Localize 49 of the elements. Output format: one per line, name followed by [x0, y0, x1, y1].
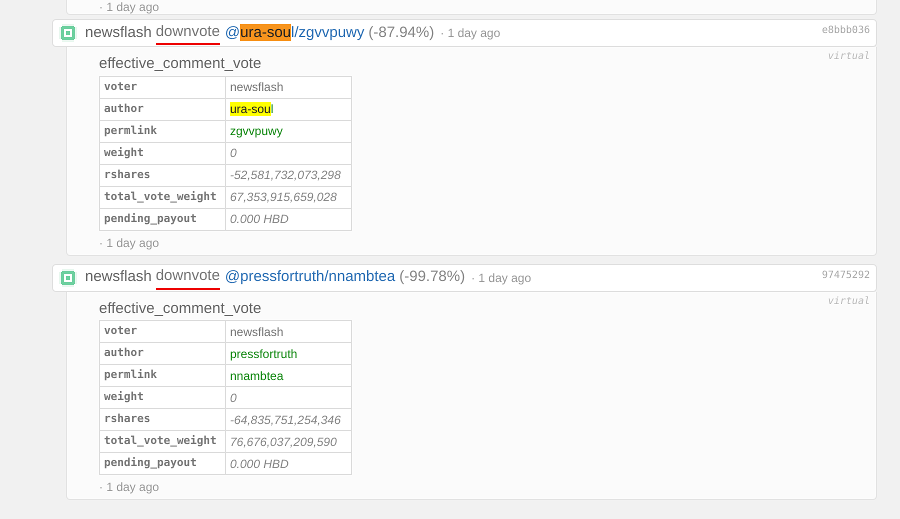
field-value: pressfortruth	[226, 342, 352, 364]
voter-name: newsflash	[85, 267, 152, 288]
vote-percent: (-87.94%)	[368, 22, 434, 43]
field-name: permlink	[100, 364, 226, 386]
avatar-icon	[59, 268, 77, 286]
field-value: 0	[226, 386, 352, 408]
field-value: -52,581,732,073,298	[226, 164, 352, 186]
field-name: voter	[100, 76, 226, 98]
field-name: total_vote_weight	[100, 430, 226, 452]
field-value: nnambtea	[226, 364, 352, 386]
field-name: total_vote_weight	[100, 186, 226, 208]
timestamp: · 1 day ago	[99, 0, 160, 14]
virtual-tag: virtual	[828, 294, 870, 320]
operation-name: effective_comment_vote	[99, 298, 262, 318]
field-name: weight	[100, 142, 226, 164]
operation-type: downvote	[156, 20, 220, 46]
field-value: ura-soul	[226, 98, 352, 120]
field-name: rshares	[100, 408, 226, 430]
field-name: pending_payout	[100, 452, 226, 474]
timestamp: · 1 day ago	[471, 270, 532, 286]
field-name: weight	[100, 386, 226, 408]
field-value: 67,353,915,659,028	[226, 186, 352, 208]
operation-name: effective_comment_vote	[99, 54, 262, 74]
field-value: -64,835,751,254,346	[226, 408, 352, 430]
field-name: author	[100, 342, 226, 364]
field-name: pending_payout	[100, 208, 226, 230]
field-name: permlink	[100, 120, 226, 142]
field-name: voter	[100, 320, 226, 342]
timestamp: · 1 day ago	[440, 25, 500, 42]
field-value: 0.000 HBD	[226, 452, 352, 474]
transaction-hash: e8bbb036	[822, 24, 870, 38]
field-value: 76,676,037,209,590	[226, 430, 352, 452]
field-value: newsflash	[226, 76, 352, 98]
virtual-tag: virtual	[828, 49, 870, 76]
field-value: zgvvpuwy	[226, 120, 352, 142]
transaction-hash: 97475292	[822, 268, 870, 282]
avatar-icon	[59, 24, 77, 42]
field-value: newsflash	[226, 320, 352, 342]
timestamp: · 1 day ago	[99, 234, 160, 250]
operation-type: downvote	[156, 265, 220, 290]
post-link[interactable]: @ura-soul/zgvvpuwy	[224, 22, 364, 44]
field-name: author	[100, 98, 226, 120]
field-value: 0	[226, 142, 352, 164]
field-name: rshares	[100, 164, 226, 186]
timestamp: · 1 day ago	[99, 479, 160, 495]
field-value: 0.000 HBD	[226, 208, 352, 230]
voter-name: newsflash	[85, 22, 152, 43]
post-link[interactable]: @pressfortruth/nnambtea	[224, 266, 396, 289]
vote-percent: (-99.78%)	[399, 267, 466, 288]
